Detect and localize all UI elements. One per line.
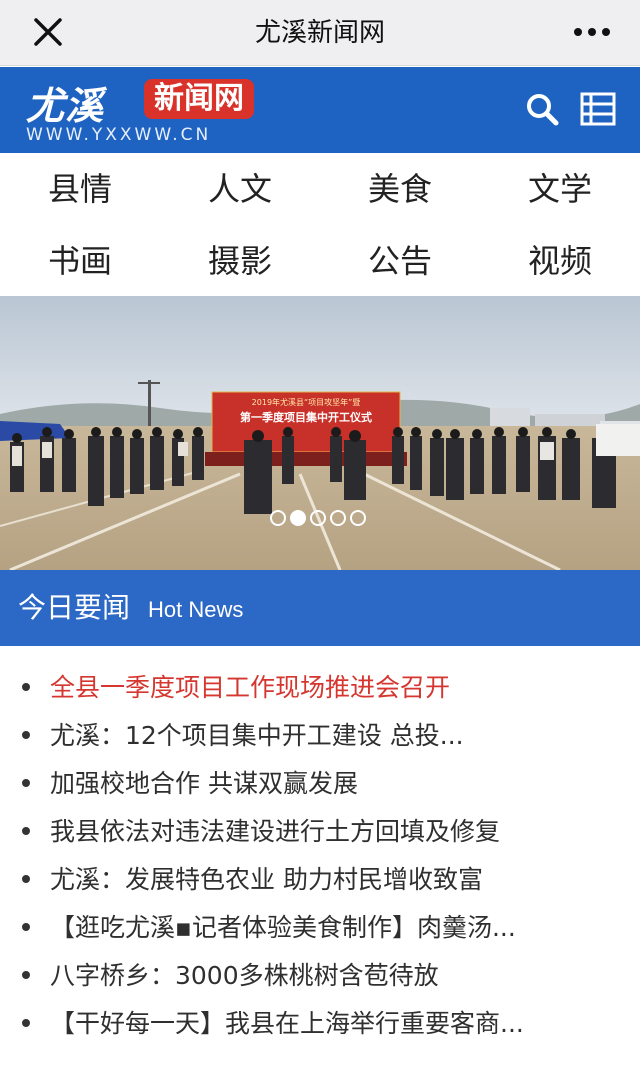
banner-sign-line1: 2019年尤溪县“项目攻坚年”暨: [252, 397, 361, 407]
category-item[interactable]: 人文: [160, 153, 320, 225]
news-item-text: 加强校地合作 共谋双赢发展: [50, 769, 358, 798]
category-item[interactable]: 书画: [0, 225, 160, 297]
news-item-text: 尤溪：发展特色农业 助力村民增收致富: [50, 865, 483, 894]
banner-sign-line2: 第一季度项目集中开工仪式: [240, 410, 372, 424]
hot-news-header: 今日要闻 Hot News: [0, 570, 640, 646]
logo-url: WWW.YXXWW.CN: [26, 125, 212, 145]
news-item-text: 【干好每一天】我县在上海举行重要客商...: [50, 1009, 524, 1038]
carousel-indicators: [270, 510, 370, 528]
news-item-text: 尤溪：12个项目集中开工建设 总投...: [50, 721, 464, 750]
news-item[interactable]: 全县一季度项目工作现场推进会召开: [22, 664, 622, 712]
news-list: 全县一季度项目工作现场推进会召开 尤溪：12个项目集中开工建设 总投... 加强…: [0, 646, 640, 1076]
banner-image: 2019年尤溪县“项目攻坚年”暨 第一季度项目集中开工仪式: [0, 296, 640, 570]
logo-text-right: 新闻网: [144, 79, 254, 119]
carousel-dot[interactable]: [350, 510, 366, 526]
carousel-dot[interactable]: [330, 510, 346, 526]
carousel-dot[interactable]: [310, 510, 326, 526]
search-icon[interactable]: [522, 89, 562, 129]
news-item[interactable]: 加强校地合作 共谋双赢发展: [22, 760, 622, 808]
news-item[interactable]: 八字桥乡：3000多株桃树含苞待放: [22, 952, 622, 1000]
news-item[interactable]: 【逛吃尤溪▪记者体验美食制作】肉羹汤...: [22, 904, 622, 952]
news-item-text: 【逛吃尤溪▪记者体验美食制作】肉羹汤...: [50, 913, 516, 942]
hot-news-title-en: Hot News: [148, 597, 244, 622]
category-item[interactable]: 摄影: [160, 225, 320, 297]
category-item[interactable]: 视频: [480, 225, 640, 297]
category-nav: 县情 人文 美食 文学 书画 摄影 公告 视频: [0, 153, 640, 296]
news-item[interactable]: 我县依法对违法建设进行土方回填及修复: [22, 808, 622, 856]
bullet-icon: [22, 731, 30, 739]
news-item[interactable]: 尤溪：发展特色农业 助力村民增收致富: [22, 856, 622, 904]
news-item[interactable]: 【干好每一天】我县在上海举行重要客商...: [22, 1000, 622, 1048]
bullet-icon: [22, 923, 30, 931]
bullet-icon: [22, 827, 30, 835]
page-title: 尤溪新闻网: [254, 18, 385, 48]
bullet-icon: [22, 875, 30, 883]
logo-text-left: 尤溪: [26, 84, 105, 128]
news-item-text: 八字桥乡：3000多株桃树含苞待放: [50, 961, 439, 990]
site-logo[interactable]: 尤溪 新闻网 WWW.YXXWW.CN: [26, 75, 296, 145]
bullet-icon: [22, 971, 30, 979]
bullet-icon: [22, 779, 30, 787]
news-item-text: 我县依法对违法建设进行土方回填及修复: [50, 817, 501, 846]
banner-carousel[interactable]: 2019年尤溪县“项目攻坚年”暨 第一季度项目集中开工仪式: [0, 296, 640, 570]
category-item[interactable]: 县情: [0, 153, 160, 225]
bullet-icon: [22, 1019, 30, 1027]
bullet-icon: [22, 683, 30, 691]
category-item[interactable]: 公告: [320, 225, 480, 297]
category-item[interactable]: 美食: [320, 153, 480, 225]
top-navigation-bar: 尤溪新闻网: [0, 0, 640, 66]
carousel-dot[interactable]: [270, 510, 286, 526]
hot-news-title-cn: 今日要闻: [18, 591, 131, 624]
menu-icon[interactable]: [578, 89, 618, 129]
news-item[interactable]: 尤溪：12个项目集中开工建设 总投...: [22, 712, 622, 760]
carousel-dot-active[interactable]: [290, 510, 306, 526]
site-header: 尤溪 新闻网 WWW.YXXWW.CN: [0, 67, 640, 153]
news-item-text: 全县一季度项目工作现场推进会召开: [50, 673, 451, 702]
more-dots-icon[interactable]: [572, 20, 612, 44]
category-item[interactable]: 文学: [480, 153, 640, 225]
